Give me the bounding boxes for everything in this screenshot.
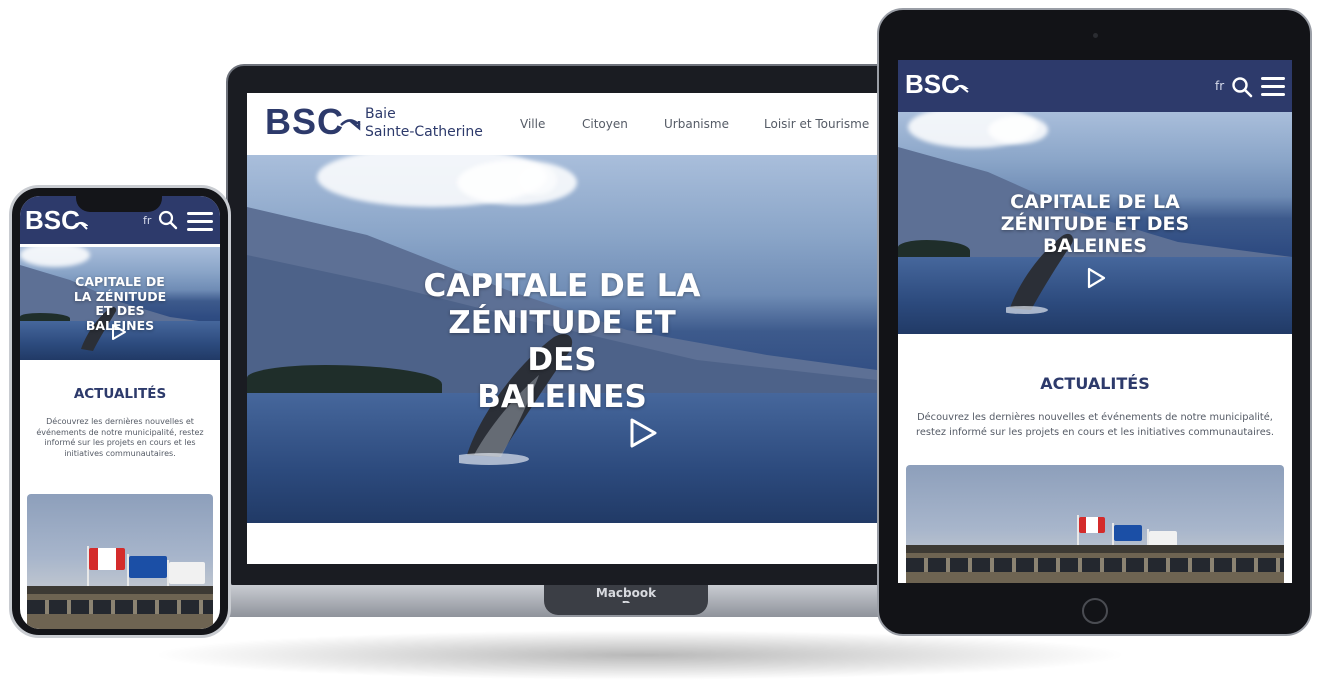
tablet-hero: CAPITALE DE LA ZÉNITUDE ET DES BALEINES (898, 112, 1292, 334)
tablet-logo[interactable]: BSC (905, 69, 960, 100)
nav-link-ville[interactable]: Ville (520, 117, 545, 131)
language-switch[interactable]: fr (143, 214, 151, 227)
logo[interactable]: BSC (265, 101, 344, 143)
tablet-hero-title: CAPITALE DE LA ZÉNITUDE ET DES BALEINES (1000, 191, 1190, 257)
logo-wave-icon (953, 84, 969, 93)
news-photo[interactable] (906, 465, 1284, 583)
search-icon[interactable] (158, 210, 178, 230)
tablet-camera (1093, 33, 1098, 38)
nav-link-citoyen[interactable]: Citoyen (582, 117, 628, 131)
tablet-navbar: BSC fr (898, 60, 1292, 112)
phone-notch (76, 190, 162, 212)
devices-shadow (150, 630, 1130, 680)
laptop-navbar: BSC Baie Sainte-Catherine Ville Citoyen … (247, 93, 877, 155)
nav-link-urbanisme[interactable]: Urbanisme (664, 117, 729, 131)
news-title: ACTUALITÉS (1040, 374, 1150, 393)
language-switch[interactable]: fr (1215, 79, 1224, 93)
play-icon[interactable] (627, 417, 659, 449)
hero-title: CAPITALE DE LA ZÉNITUDE ET DES BALEINES (423, 268, 701, 415)
laptop-screen: BSC Baie Sainte-Catherine Ville Citoyen … (247, 93, 877, 564)
nav-link-loisir-tourisme[interactable]: Loisir et Tourisme (764, 117, 869, 131)
menu-icon[interactable] (1261, 77, 1285, 96)
news-description: Découvrez les dernières nouvelles et évé… (916, 412, 1274, 438)
tablet-home-button (1082, 598, 1108, 624)
hero-banner: CAPITALE DE LA ZÉNITUDE ET DES BALEINES (247, 155, 877, 523)
play-icon[interactable] (110, 323, 128, 341)
laptop-model-label: Macbook P (595, 586, 657, 603)
flag-canada (89, 548, 125, 570)
flag-canada (1079, 517, 1105, 533)
news-title: ACTUALITÉS (73, 386, 167, 402)
flag-quebec (129, 556, 167, 578)
menu-icon[interactable] (187, 212, 213, 231)
phone-hero: CAPITALE DE LA ZÉNITUDE ET DES BALEINES (20, 247, 220, 360)
tablet-screen: BSC fr CAPITALE DE LA ZÉNITUDE ET DES BA… (898, 60, 1292, 583)
news-description: Découvrez les dernières nouvelles et évé… (36, 417, 204, 458)
play-icon[interactable] (1085, 267, 1107, 289)
site-name: Baie Sainte-Catherine (365, 106, 483, 140)
flag-municipal (169, 562, 205, 584)
news-photo[interactable] (27, 494, 213, 629)
logo-wave-icon (340, 119, 361, 131)
flag-quebec (1114, 525, 1142, 541)
logo-wave-icon (73, 221, 88, 230)
search-icon[interactable] (1231, 76, 1253, 98)
phone-logo[interactable]: BSC (25, 205, 80, 236)
phone-screen: BSC fr CAPITALE DE LA ZÉNITUDE ET DES BA… (20, 196, 220, 629)
